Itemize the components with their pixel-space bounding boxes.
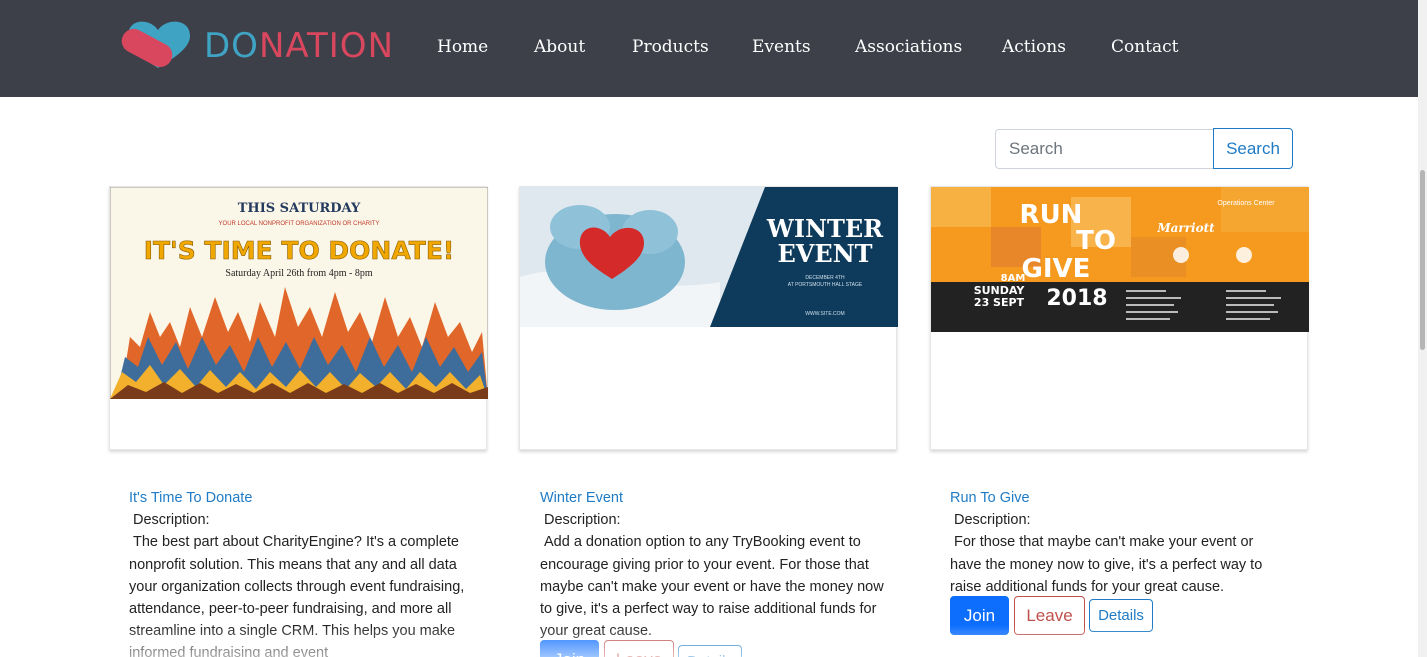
poster-venue-line: AT PORTSMOUTH HALL STAGE — [788, 282, 863, 288]
event-description: The best part about CharityEngine? It's … — [129, 534, 465, 657]
leave-button[interactable]: Leave — [1014, 596, 1085, 635]
description-label: Description: — [544, 512, 621, 529]
logo-wordmark-part-2: NATION — [258, 26, 394, 66]
event-card-run[interactable]: RUN TO GIVE 8AM SUNDAY 23 SEPT 2018 Marr… — [930, 186, 1309, 450]
nav-contact[interactable]: Contact — [1111, 37, 1179, 57]
details-button[interactable]: Details — [678, 645, 742, 657]
poster-headline-text: IT'S TIME TO DONATE! — [144, 236, 455, 265]
event-poster-donate: THIS SATURDAY YOUR LOCAL NONPROFIT ORGAN… — [110, 187, 488, 399]
nav-events[interactable]: Events — [752, 37, 811, 57]
donate-poster-image: THIS SATURDAY YOUR LOCAL NONPROFIT ORGAN… — [110, 187, 488, 399]
nav-actions[interactable]: Actions — [1002, 37, 1066, 57]
event-poster-run: RUN TO GIVE 8AM SUNDAY 23 SEPT 2018 Marr… — [931, 187, 1309, 332]
poster-date-line: DECEMBER 4TH — [805, 275, 845, 281]
scrollbar-thumb[interactable] — [1420, 170, 1425, 350]
event-info-winter: Winter Event Description: Add a donation… — [540, 487, 885, 642]
navbar: DONATION Home About Products Events Asso… — [0, 0, 1418, 97]
join-button[interactable]: Join — [950, 596, 1009, 635]
poster-date: 23 SEPT — [974, 296, 1025, 309]
run-poster-image: RUN TO GIVE 8AM SUNDAY 23 SEPT 2018 Marr… — [931, 187, 1309, 332]
heart-logo-icon — [121, 21, 190, 68]
event-title-link[interactable]: It's Time To Donate — [129, 487, 489, 509]
poster-sponsor-1: Marriott — [1156, 221, 1215, 235]
poster-time: 8AM — [1001, 273, 1026, 284]
logo-wordmark: DONATION — [204, 26, 394, 66]
poster-date-text: Saturday April 26th from 4pm - 8pm — [225, 268, 372, 279]
poster-url: WWW.SITE.COM — [805, 311, 844, 317]
nav-home[interactable]: Home — [437, 37, 488, 57]
winter-poster-image: WINTER EVENT DECEMBER 4TH AT PORTSMOUTH … — [520, 187, 898, 327]
event-card-donate[interactable]: THIS SATURDAY YOUR LOCAL NONPROFIT ORGAN… — [109, 186, 488, 450]
event-title-link[interactable]: Winter Event — [540, 487, 885, 509]
donation-logo[interactable]: DONATION — [120, 14, 400, 74]
logo-wordmark-part-1: DO — [204, 26, 259, 66]
poster-word-2: TO — [1076, 226, 1116, 256]
event-info-run: Run To Give Description: For those that … — [950, 487, 1285, 598]
nav-products[interactable]: Products — [632, 37, 709, 57]
poster-word-1: RUN — [1020, 200, 1083, 230]
poster-subheading-text: YOUR LOCAL NONPROFIT ORGANIZATION OR CHA… — [219, 221, 380, 227]
search-button[interactable]: Search — [1213, 128, 1293, 169]
event-poster-winter: WINTER EVENT DECEMBER 4TH AT PORTSMOUTH … — [520, 187, 898, 327]
details-button[interactable]: Details — [1089, 599, 1153, 632]
poster-year: 2018 — [1046, 286, 1107, 311]
description-label: Description: — [133, 512, 210, 529]
event-info-donate: It's Time To Donate Description: The bes… — [129, 487, 489, 657]
join-button[interactable]: Join — [540, 640, 599, 657]
event-description: For those that maybe can't make your eve… — [950, 534, 1263, 595]
poster-heading-text: THIS SATURDAY — [238, 201, 361, 216]
poster-word-3: GIVE — [1022, 254, 1091, 284]
page-scrollbar[interactable] — [1418, 0, 1427, 657]
nav-about[interactable]: About — [534, 37, 585, 57]
leave-button[interactable]: Leave — [604, 640, 674, 657]
event-card-winter[interactable]: WINTER EVENT DECEMBER 4TH AT PORTSMOUTH … — [519, 186, 898, 450]
poster-headline-2: EVENT — [777, 239, 872, 268]
description-label: Description: — [954, 512, 1031, 529]
event-title-link[interactable]: Run To Give — [950, 487, 1285, 509]
poster-sponsor-2: Operations Center — [1217, 200, 1275, 207]
nav-associations[interactable]: Associations — [855, 37, 962, 57]
search-input[interactable] — [995, 129, 1215, 169]
event-description: Add a donation option to any TryBooking … — [540, 534, 884, 640]
